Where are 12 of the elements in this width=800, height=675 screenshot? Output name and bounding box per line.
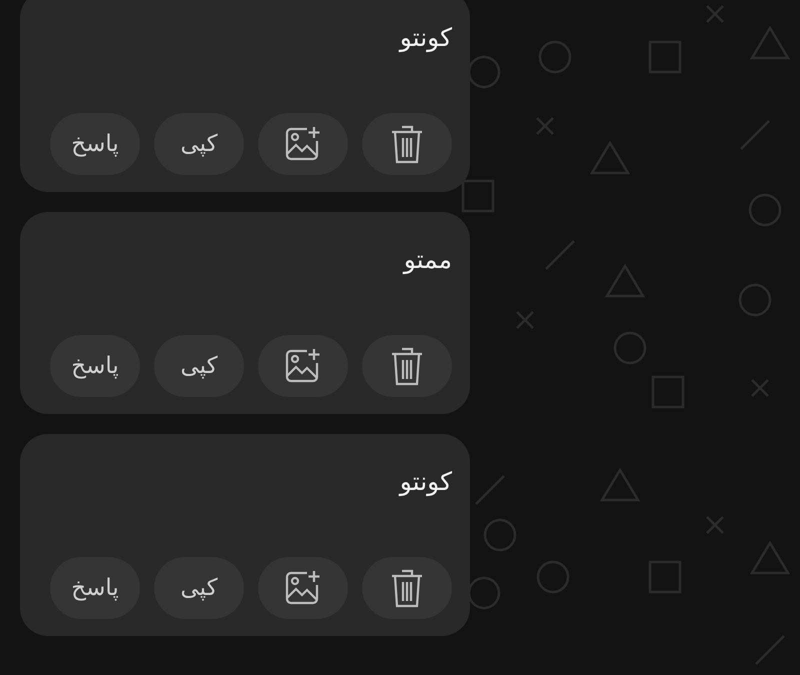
message-text: ممتو <box>404 244 452 276</box>
action-button[interactable]: کپی <box>154 557 244 619</box>
action-button[interactable]: کپی <box>154 113 244 175</box>
action-button[interactable]: پاسخ <box>50 113 140 175</box>
message-text: کونتو <box>400 466 452 498</box>
trash-icon <box>390 123 424 165</box>
action-button[interactable]: پاسخ <box>50 557 140 619</box>
message-text: کونتو <box>400 22 452 54</box>
trash-icon <box>390 345 424 387</box>
action-button[interactable]: پاسخ <box>50 335 140 397</box>
action-button[interactable]: کپی <box>154 335 244 397</box>
trash-icon <box>390 567 424 609</box>
